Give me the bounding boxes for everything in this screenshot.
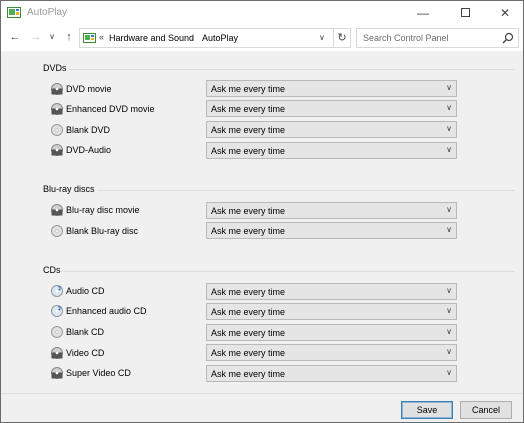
row-label-blank-cd: Blank CD bbox=[66, 327, 105, 337]
maximize-icon bbox=[460, 8, 470, 18]
row-label-blu-ray-disc-movie: Blu-ray disc movie bbox=[66, 205, 140, 215]
audio-cd-icon bbox=[51, 285, 63, 297]
recent-locations-button[interactable]: ∨ bbox=[44, 28, 60, 46]
dialog-footer: Save Cancel bbox=[1, 393, 523, 422]
dvd-drive-icon bbox=[51, 144, 63, 156]
chevron-down-icon: ∨ bbox=[446, 306, 452, 315]
chevron-down-icon: ∨ bbox=[446, 286, 452, 295]
refresh-button[interactable]: ↻ bbox=[333, 28, 351, 48]
chevron-down-icon: ∨ bbox=[446, 103, 452, 112]
title-bar: AutoPlay — ✕ bbox=[1, 1, 523, 25]
autoplay-settings: DVDs DVD movie Ask me every time ∨ Enhanc… bbox=[1, 51, 523, 393]
chevron-down-icon: ∨ bbox=[446, 368, 452, 377]
breadcrumb-overflow-icon[interactable]: « bbox=[99, 32, 104, 42]
chevron-down-icon: ∨ bbox=[446, 205, 452, 214]
address-bar[interactable]: « Hardware and Sound › AutoPlay ∨ bbox=[79, 28, 334, 48]
enhanced-audio-cd-select[interactable]: Ask me every time ∨ bbox=[206, 303, 457, 320]
row-label-blank-dvd: Blank DVD bbox=[66, 125, 111, 135]
search-input[interactable]: Search Control Panel bbox=[363, 33, 449, 43]
dvd-drive-icon bbox=[51, 204, 63, 216]
chevron-down-icon: ∨ bbox=[446, 124, 452, 133]
window-title: AutoPlay bbox=[27, 7, 68, 18]
chevron-down-icon: ∨ bbox=[446, 225, 452, 234]
dvd-drive-icon bbox=[51, 367, 63, 379]
dvd-drive-icon bbox=[51, 347, 63, 359]
row-label-super-video-cd: Super Video CD bbox=[66, 368, 131, 378]
maximize-button[interactable] bbox=[445, 1, 485, 25]
control-panel-icon bbox=[83, 33, 96, 43]
close-button[interactable]: ✕ bbox=[485, 1, 524, 25]
audio-cd-select[interactable]: Ask me every time ∨ bbox=[206, 283, 457, 300]
back-button[interactable]: ← bbox=[7, 28, 23, 46]
blank-disc-icon bbox=[51, 326, 63, 338]
chevron-down-icon: ∨ bbox=[446, 145, 452, 154]
breadcrumb-separator-icon[interactable]: › bbox=[191, 32, 194, 42]
chevron-down-icon: ∨ bbox=[446, 347, 452, 356]
audio-cd-icon bbox=[51, 305, 63, 317]
forward-button[interactable]: → bbox=[28, 28, 44, 46]
blank-disc-icon bbox=[51, 225, 63, 237]
chevron-down-icon: ∨ bbox=[446, 327, 452, 336]
row-label-audio-cd: Audio CD bbox=[66, 286, 105, 296]
row-label-video-cd: Video CD bbox=[66, 348, 105, 358]
section-title-cds: CDs bbox=[43, 265, 61, 275]
save-button[interactable]: Save bbox=[401, 401, 453, 419]
search-icon bbox=[502, 32, 514, 44]
blank-cd-select[interactable]: Ask me every time ∨ bbox=[206, 324, 457, 341]
search-box[interactable]: Search Control Panel bbox=[356, 28, 519, 48]
video-cd-select[interactable]: Ask me every time ∨ bbox=[206, 344, 457, 361]
control-panel-icon bbox=[7, 7, 21, 18]
enhanced-dvd-movie-select[interactable]: Ask me every time ∨ bbox=[206, 100, 457, 117]
dvd-movie-select[interactable]: Ask me every time ∨ bbox=[206, 80, 457, 97]
up-button[interactable]: ↑ bbox=[61, 28, 77, 46]
address-dropdown-icon[interactable]: ∨ bbox=[319, 33, 325, 42]
section-divider bbox=[69, 69, 515, 70]
section-divider bbox=[97, 190, 515, 191]
row-label-enhanced-audio-cd: Enhanced audio CD bbox=[66, 306, 147, 316]
minimize-button[interactable]: — bbox=[403, 1, 443, 25]
blank-blu-ray-disc-select[interactable]: Ask me every time ∨ bbox=[206, 222, 457, 239]
cancel-button[interactable]: Cancel bbox=[460, 401, 512, 419]
dvd-drive-icon bbox=[51, 83, 63, 95]
breadcrumb-autoplay[interactable]: AutoPlay bbox=[202, 33, 238, 43]
row-label-enhanced-dvd-movie: Enhanced DVD movie bbox=[66, 104, 155, 114]
navigation-bar: ← → ∨ ↑ « Hardware and Sound › AutoPlay … bbox=[1, 25, 523, 51]
section-title-dvds: DVDs bbox=[43, 63, 67, 73]
row-label-blank-blu-ray-disc: Blank Blu-ray disc bbox=[66, 226, 139, 236]
blank-dvd-select[interactable]: Ask me every time ∨ bbox=[206, 121, 457, 138]
section-divider bbox=[61, 271, 515, 272]
blank-disc-icon bbox=[51, 124, 63, 136]
autoplay-window: AutoPlay — ✕ ← → ∨ ↑ « Hardware and Soun… bbox=[0, 0, 524, 423]
dvd-audio-select[interactable]: Ask me every time ∨ bbox=[206, 142, 457, 159]
row-label-dvd-audio: DVD-Audio bbox=[66, 145, 112, 155]
row-label-dvd-movie: DVD movie bbox=[66, 84, 112, 94]
super-video-cd-select[interactable]: Ask me every time ∨ bbox=[206, 365, 457, 382]
breadcrumb-hardware-and-sound[interactable]: Hardware and Sound bbox=[109, 33, 194, 43]
dvd-drive-icon bbox=[51, 103, 63, 115]
section-title-blu-ray-discs: Blu-ray discs bbox=[43, 184, 95, 194]
chevron-down-icon: ∨ bbox=[446, 83, 452, 92]
blu-ray-disc-movie-select[interactable]: Ask me every time ∨ bbox=[206, 202, 457, 219]
